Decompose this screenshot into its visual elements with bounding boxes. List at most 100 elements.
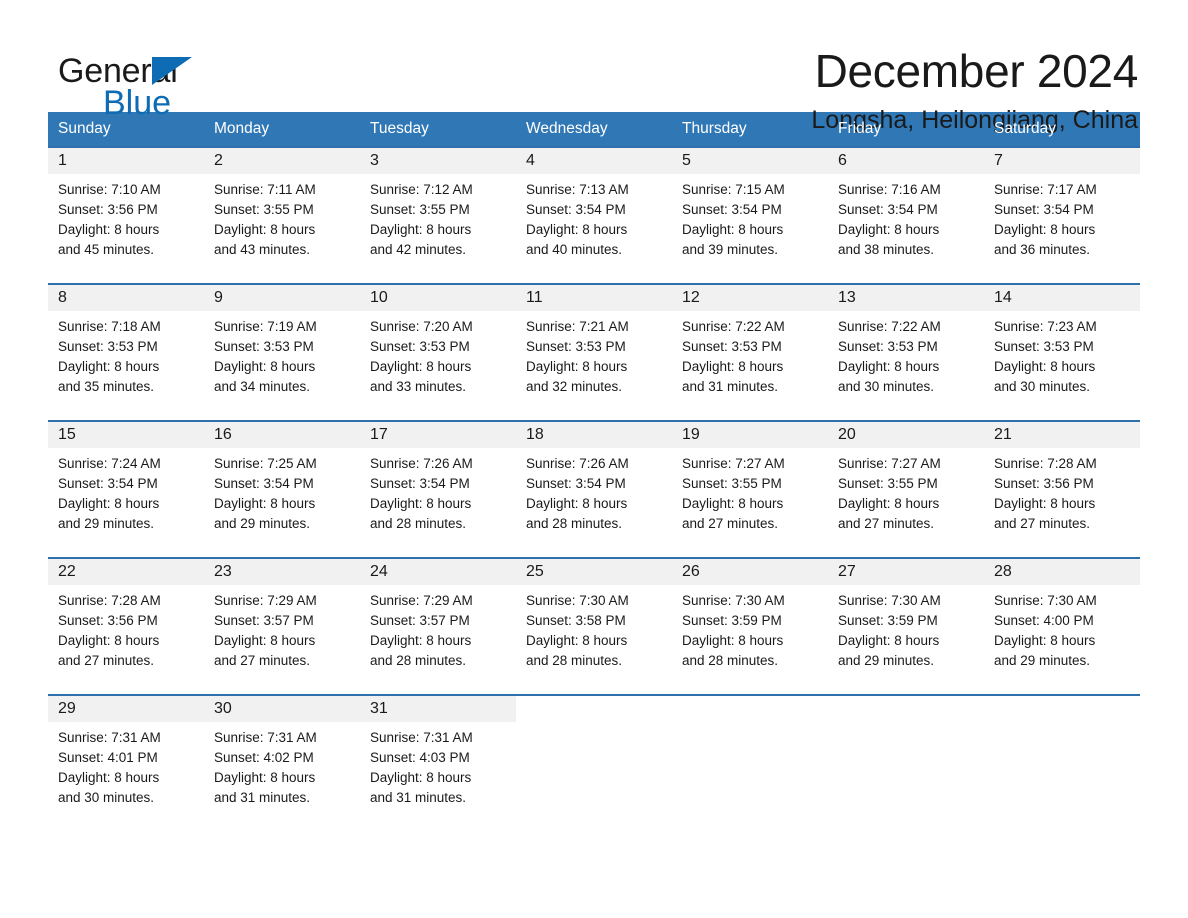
day-number-band: 17 xyxy=(360,422,516,448)
day-cell[interactable]: 9 Sunrise: 7:19 AM Sunset: 3:53 PM Dayli… xyxy=(204,285,360,420)
day-details: Sunrise: 7:19 AM Sunset: 3:53 PM Dayligh… xyxy=(204,311,360,397)
logo-text-blue: Blue xyxy=(103,84,172,122)
day-cell[interactable]: 18 Sunrise: 7:26 AM Sunset: 3:54 PM Dayl… xyxy=(516,422,672,557)
daylight-text-line1: Daylight: 8 hours xyxy=(214,359,316,374)
day-number: 25 xyxy=(526,563,544,580)
daylight-text-line2: and 43 minutes. xyxy=(214,242,311,257)
daylight-text-line1: Daylight: 8 hours xyxy=(214,496,316,511)
logo-triangle-icon xyxy=(152,57,192,85)
calendar-week-row: 15 Sunrise: 7:24 AM Sunset: 3:54 PM Dayl… xyxy=(48,420,1140,557)
day-number: 24 xyxy=(370,563,388,580)
day-number-band: 6 xyxy=(828,148,984,174)
day-cell[interactable]: 4 Sunrise: 7:13 AM Sunset: 3:54 PM Dayli… xyxy=(516,148,672,283)
day-cell[interactable]: 2 Sunrise: 7:11 AM Sunset: 3:55 PM Dayli… xyxy=(204,148,360,283)
day-number-band: 1 xyxy=(48,148,204,174)
day-cell[interactable]: 20 Sunrise: 7:27 AM Sunset: 3:55 PM Dayl… xyxy=(828,422,984,557)
day-number: 19 xyxy=(682,426,700,443)
day-details: Sunrise: 7:23 AM Sunset: 3:53 PM Dayligh… xyxy=(984,311,1140,397)
day-cell[interactable]: 15 Sunrise: 7:24 AM Sunset: 3:54 PM Dayl… xyxy=(48,422,204,557)
day-cell[interactable]: 27 Sunrise: 7:30 AM Sunset: 3:59 PM Dayl… xyxy=(828,559,984,694)
day-cell[interactable]: 23 Sunrise: 7:29 AM Sunset: 3:57 PM Dayl… xyxy=(204,559,360,694)
day-cell[interactable]: 7 Sunrise: 7:17 AM Sunset: 3:54 PM Dayli… xyxy=(984,148,1140,283)
day-details: Sunrise: 7:29 AM Sunset: 3:57 PM Dayligh… xyxy=(360,585,516,671)
daylight-text-line1: Daylight: 8 hours xyxy=(526,633,628,648)
daylight-text-line2: and 31 minutes. xyxy=(682,379,779,394)
daylight-text-line1: Daylight: 8 hours xyxy=(838,359,940,374)
day-cell[interactable]: 8 Sunrise: 7:18 AM Sunset: 3:53 PM Dayli… xyxy=(48,285,204,420)
day-cell[interactable]: 11 Sunrise: 7:21 AM Sunset: 3:53 PM Dayl… xyxy=(516,285,672,420)
daylight-text-line1: Daylight: 8 hours xyxy=(58,496,160,511)
day-cell[interactable]: 24 Sunrise: 7:29 AM Sunset: 3:57 PM Dayl… xyxy=(360,559,516,694)
sunset-text: Sunset: 3:59 PM xyxy=(682,613,782,628)
sunrise-text: Sunrise: 7:30 AM xyxy=(526,593,629,608)
generalblue-logo[interactable]: General Blue xyxy=(48,44,288,124)
day-cell[interactable]: 26 Sunrise: 7:30 AM Sunset: 3:59 PM Dayl… xyxy=(672,559,828,694)
sunrise-text: Sunrise: 7:30 AM xyxy=(682,593,785,608)
sunset-text: Sunset: 3:54 PM xyxy=(682,202,782,217)
daylight-text-line2: and 28 minutes. xyxy=(682,653,779,668)
day-number-band xyxy=(828,696,984,722)
day-details: Sunrise: 7:27 AM Sunset: 3:55 PM Dayligh… xyxy=(828,448,984,534)
day-cell[interactable]: 3 Sunrise: 7:12 AM Sunset: 3:55 PM Dayli… xyxy=(360,148,516,283)
sunset-text: Sunset: 3:57 PM xyxy=(370,613,470,628)
day-number-band: 30 xyxy=(204,696,360,722)
day-number: 27 xyxy=(838,563,856,580)
sunrise-text: Sunrise: 7:18 AM xyxy=(58,319,161,334)
daylight-text-line1: Daylight: 8 hours xyxy=(994,222,1096,237)
day-cell[interactable]: 25 Sunrise: 7:30 AM Sunset: 3:58 PM Dayl… xyxy=(516,559,672,694)
day-cell[interactable]: 16 Sunrise: 7:25 AM Sunset: 3:54 PM Dayl… xyxy=(204,422,360,557)
sunset-text: Sunset: 3:53 PM xyxy=(838,339,938,354)
day-cell[interactable]: 22 Sunrise: 7:28 AM Sunset: 3:56 PM Dayl… xyxy=(48,559,204,694)
day-cell-empty xyxy=(516,696,672,806)
day-number: 16 xyxy=(214,426,232,443)
day-number-band xyxy=(984,696,1140,722)
day-number: 18 xyxy=(526,426,544,443)
day-cell[interactable]: 12 Sunrise: 7:22 AM Sunset: 3:53 PM Dayl… xyxy=(672,285,828,420)
daylight-text-line1: Daylight: 8 hours xyxy=(370,496,472,511)
day-cell[interactable]: 31 Sunrise: 7:31 AM Sunset: 4:03 PM Dayl… xyxy=(360,696,516,806)
sunset-text: Sunset: 4:03 PM xyxy=(370,750,470,765)
daylight-text-line2: and 30 minutes. xyxy=(58,790,155,805)
day-cell[interactable]: 30 Sunrise: 7:31 AM Sunset: 4:02 PM Dayl… xyxy=(204,696,360,806)
daylight-text-line1: Daylight: 8 hours xyxy=(994,496,1096,511)
day-cell-empty xyxy=(984,696,1140,806)
weekday-header-tuesday: Tuesday xyxy=(370,120,429,137)
day-number: 15 xyxy=(58,426,76,443)
day-number: 14 xyxy=(994,289,1012,306)
daylight-text-line1: Daylight: 8 hours xyxy=(682,633,784,648)
sunset-text: Sunset: 3:53 PM xyxy=(370,339,470,354)
daylight-text-line2: and 29 minutes. xyxy=(58,516,155,531)
day-cell[interactable]: 5 Sunrise: 7:15 AM Sunset: 3:54 PM Dayli… xyxy=(672,148,828,283)
day-details: Sunrise: 7:26 AM Sunset: 3:54 PM Dayligh… xyxy=(360,448,516,534)
day-number: 31 xyxy=(370,700,388,717)
day-cell[interactable]: 6 Sunrise: 7:16 AM Sunset: 3:54 PM Dayli… xyxy=(828,148,984,283)
daylight-text-line2: and 40 minutes. xyxy=(526,242,623,257)
daylight-text-line2: and 27 minutes. xyxy=(58,653,155,668)
calendar-week-row: 29 Sunrise: 7:31 AM Sunset: 4:01 PM Dayl… xyxy=(48,694,1140,806)
sunset-text: Sunset: 3:53 PM xyxy=(994,339,1094,354)
day-cell[interactable]: 21 Sunrise: 7:28 AM Sunset: 3:56 PM Dayl… xyxy=(984,422,1140,557)
day-cell[interactable]: 19 Sunrise: 7:27 AM Sunset: 3:55 PM Dayl… xyxy=(672,422,828,557)
day-cell[interactable]: 1 Sunrise: 7:10 AM Sunset: 3:56 PM Dayli… xyxy=(48,148,204,283)
day-cell[interactable]: 14 Sunrise: 7:23 AM Sunset: 3:53 PM Dayl… xyxy=(984,285,1140,420)
day-number-band: 15 xyxy=(48,422,204,448)
daylight-text-line1: Daylight: 8 hours xyxy=(214,633,316,648)
day-cell[interactable]: 17 Sunrise: 7:26 AM Sunset: 3:54 PM Dayl… xyxy=(360,422,516,557)
day-number-band: 23 xyxy=(204,559,360,585)
day-details: Sunrise: 7:11 AM Sunset: 3:55 PM Dayligh… xyxy=(204,174,360,260)
sunrise-text: Sunrise: 7:24 AM xyxy=(58,456,161,471)
day-cell[interactable]: 13 Sunrise: 7:22 AM Sunset: 3:53 PM Dayl… xyxy=(828,285,984,420)
day-cell[interactable]: 10 Sunrise: 7:20 AM Sunset: 3:53 PM Dayl… xyxy=(360,285,516,420)
sunrise-text: Sunrise: 7:26 AM xyxy=(526,456,629,471)
sunset-text: Sunset: 3:54 PM xyxy=(214,476,314,491)
day-details: Sunrise: 7:17 AM Sunset: 3:54 PM Dayligh… xyxy=(984,174,1140,260)
daylight-text-line1: Daylight: 8 hours xyxy=(526,496,628,511)
sunrise-text: Sunrise: 7:31 AM xyxy=(58,730,161,745)
day-cell[interactable]: 29 Sunrise: 7:31 AM Sunset: 4:01 PM Dayl… xyxy=(48,696,204,806)
daylight-text-line1: Daylight: 8 hours xyxy=(214,770,316,785)
day-number: 12 xyxy=(682,289,700,306)
sunrise-text: Sunrise: 7:27 AM xyxy=(682,456,785,471)
sunset-text: Sunset: 3:59 PM xyxy=(838,613,938,628)
day-number-band: 26 xyxy=(672,559,828,585)
day-cell[interactable]: 28 Sunrise: 7:30 AM Sunset: 4:00 PM Dayl… xyxy=(984,559,1140,694)
